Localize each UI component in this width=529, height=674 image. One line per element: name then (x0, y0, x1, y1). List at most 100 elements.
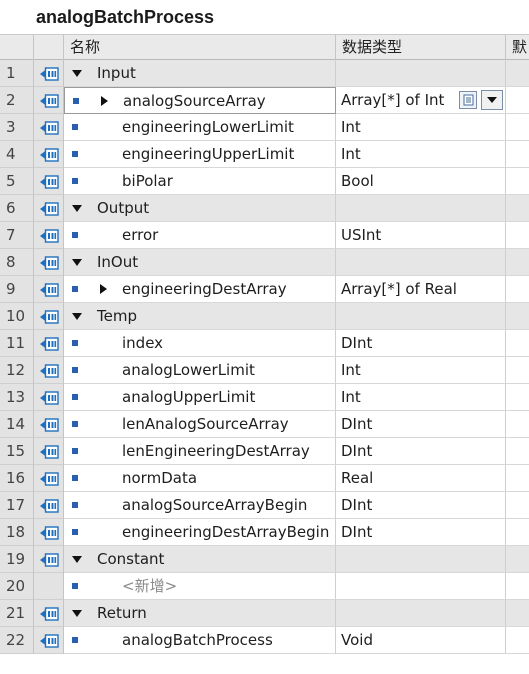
datatype-cell[interactable]: DInt (336, 411, 506, 438)
add-new-placeholder[interactable]: <新增> (122, 573, 177, 599)
section-row[interactable]: 6 Output (0, 195, 529, 222)
default-cell[interactable] (506, 168, 529, 195)
expand-triangle-icon[interactable] (101, 96, 108, 106)
name-cell[interactable]: normData (64, 465, 336, 492)
collapse-triangle-icon[interactable] (72, 259, 82, 266)
default-cell[interactable] (506, 357, 529, 384)
datatype-cell[interactable]: Array[*] of Real (336, 276, 506, 303)
section-row[interactable]: 8 InOut (0, 249, 529, 276)
section-row[interactable]: 19 Constant (0, 546, 529, 573)
name-cell[interactable]: Temp (64, 303, 336, 330)
datatype-cell[interactable]: DInt (336, 438, 506, 465)
datatype-cell[interactable] (336, 600, 506, 627)
name-cell[interactable]: lenAnalogSourceArray (64, 411, 336, 438)
default-cell[interactable] (506, 384, 529, 411)
datatype-cell[interactable] (336, 303, 506, 330)
collapse-triangle-icon[interactable] (72, 205, 82, 212)
default-cell[interactable] (506, 519, 529, 546)
header-default[interactable]: 默 (506, 35, 529, 60)
name-cell[interactable]: analogUpperLimit (64, 384, 336, 411)
datatype-cell[interactable]: USInt (336, 222, 506, 249)
table-row[interactable]: 22 analogBatchProcess Void (0, 627, 529, 654)
datatype-cell[interactable]: Int (336, 357, 506, 384)
table-row[interactable]: 5 biPolar Bool (0, 168, 529, 195)
name-cell[interactable]: analogSourceArray (64, 87, 336, 114)
name-cell[interactable]: engineeringUpperLimit (64, 141, 336, 168)
default-cell[interactable] (506, 438, 529, 465)
datatype-cell[interactable]: Real (336, 465, 506, 492)
default-cell[interactable] (506, 330, 529, 357)
section-row[interactable]: 10 Temp (0, 303, 529, 330)
header-name[interactable]: 名称 (64, 35, 336, 60)
default-cell[interactable] (506, 546, 529, 573)
name-cell[interactable]: Constant (64, 546, 336, 573)
table-row[interactable]: 17 analogSourceArrayBegin DInt (0, 492, 529, 519)
table-row[interactable]: 7 error USInt (0, 222, 529, 249)
name-cell[interactable]: engineeringDestArray (64, 276, 336, 303)
table-row[interactable]: 15 lenEngineeringDestArray DInt (0, 438, 529, 465)
datatype-cell[interactable]: Int (336, 141, 506, 168)
name-cell[interactable]: engineeringLowerLimit (64, 114, 336, 141)
name-cell[interactable]: Input (64, 60, 336, 87)
name-cell[interactable]: Return (64, 600, 336, 627)
collapse-triangle-icon[interactable] (72, 610, 82, 617)
default-cell[interactable] (506, 492, 529, 519)
default-cell[interactable] (506, 114, 529, 141)
default-cell[interactable] (506, 249, 529, 276)
default-cell[interactable] (506, 60, 529, 87)
datatype-list-button[interactable] (459, 91, 477, 109)
table-row[interactable]: 14 lenAnalogSourceArray DInt (0, 411, 529, 438)
collapse-triangle-icon[interactable] (72, 556, 82, 563)
datatype-cell[interactable]: Void (336, 627, 506, 654)
header-datatype[interactable]: 数据类型 (336, 35, 506, 60)
datatype-cell[interactable]: DInt (336, 492, 506, 519)
name-cell[interactable]: biPolar (64, 168, 336, 195)
table-row[interactable]: 11 index DInt (0, 330, 529, 357)
name-cell[interactable]: error (64, 222, 336, 249)
collapse-triangle-icon[interactable] (72, 313, 82, 320)
table-row[interactable]: 20 <新增> (0, 573, 529, 600)
table-row[interactable]: 4 engineeringUpperLimit Int (0, 141, 529, 168)
datatype-cell[interactable]: Int (336, 114, 506, 141)
table-row[interactable]: 2 analogSourceArray Array[*] of Int (0, 87, 529, 114)
datatype-dropdown-button[interactable] (481, 90, 503, 110)
default-cell[interactable] (506, 303, 529, 330)
name-cell[interactable]: Output (64, 195, 336, 222)
table-row[interactable]: 16 normData Real (0, 465, 529, 492)
default-cell[interactable] (506, 573, 529, 600)
datatype-cell[interactable]: DInt (336, 330, 506, 357)
name-cell[interactable]: index (64, 330, 336, 357)
table-row[interactable]: 9 engineeringDestArray Array[*] of Real (0, 276, 529, 303)
default-cell[interactable] (506, 627, 529, 654)
datatype-cell[interactable]: Int (336, 384, 506, 411)
default-cell[interactable] (506, 195, 529, 222)
datatype-cell[interactable] (336, 546, 506, 573)
name-cell[interactable]: analogLowerLimit (64, 357, 336, 384)
datatype-cell[interactable] (336, 195, 506, 222)
default-cell[interactable] (506, 465, 529, 492)
datatype-cell[interactable] (336, 573, 506, 600)
default-cell[interactable] (506, 411, 529, 438)
datatype-cell[interactable] (336, 60, 506, 87)
name-cell[interactable]: lenEngineeringDestArray (64, 438, 336, 465)
name-cell[interactable]: analogSourceArrayBegin (64, 492, 336, 519)
datatype-cell[interactable]: Bool (336, 168, 506, 195)
table-row[interactable]: 12 analogLowerLimit Int (0, 357, 529, 384)
default-cell[interactable] (506, 141, 529, 168)
default-cell[interactable] (506, 87, 529, 114)
name-cell[interactable]: engineeringDestArrayBegin (64, 519, 336, 546)
expand-triangle-icon[interactable] (100, 284, 107, 294)
table-row[interactable]: 13 analogUpperLimit Int (0, 384, 529, 411)
datatype-cell[interactable] (336, 249, 506, 276)
section-row[interactable]: 1 Input (0, 60, 529, 87)
name-cell[interactable]: <新增> (64, 573, 336, 600)
table-row[interactable]: 3 engineeringLowerLimit Int (0, 114, 529, 141)
collapse-triangle-icon[interactable] (72, 70, 82, 77)
datatype-cell[interactable]: DInt (336, 519, 506, 546)
table-row[interactable]: 18 engineeringDestArrayBegin DInt (0, 519, 529, 546)
default-cell[interactable] (506, 222, 529, 249)
default-cell[interactable] (506, 600, 529, 627)
name-cell[interactable]: analogBatchProcess (64, 627, 336, 654)
default-cell[interactable] (506, 276, 529, 303)
name-cell[interactable]: InOut (64, 249, 336, 276)
